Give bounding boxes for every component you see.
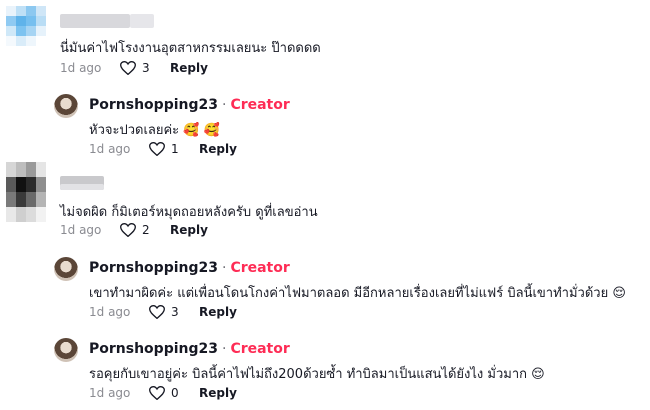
comment-time: 1d ago [60, 223, 102, 237]
reply-2-1: Pornshopping23 · Creator เขาทำมาผิดค่ะ แต่… [0, 253, 650, 333]
separator-dot: · [221, 341, 227, 357]
reply-button[interactable]: Reply [170, 223, 208, 237]
reply-button[interactable]: Reply [199, 305, 237, 319]
creator-avatar[interactable] [54, 338, 78, 362]
reply-meta: 1d ago 3 Reply [89, 304, 237, 320]
comment-text: ไม่จดผิด ก็มิเตอร์หมุดถอยหลังครับ ดูที่เ… [60, 205, 318, 220]
heart-outline-icon[interactable] [148, 385, 166, 401]
reply-text: เขาทำมาผิดค่ะ แต่เพื่อนโดนโกงค่าไฟมาตลอด… [89, 286, 626, 301]
reply-button[interactable]: Reply [199, 386, 237, 400]
creator-badge: Creator [230, 341, 290, 357]
like-count: 1 [171, 142, 179, 156]
commenter-username-blurred[interactable] [60, 14, 130, 28]
reply-meta: 1d ago 0 Reply [89, 385, 237, 401]
heart-outline-icon[interactable] [119, 60, 137, 76]
reply-button[interactable]: Reply [199, 142, 237, 156]
reply-1-1: Pornshopping23 · Creator หัวจะปวดเลยค่ะ 🥰 … [0, 90, 650, 160]
heart-outline-icon[interactable] [119, 222, 137, 238]
creator-username-line: Pornshopping23 · Creator [89, 97, 290, 113]
creator-username[interactable]: Pornshopping23 [89, 97, 218, 113]
comment-time: 1d ago [60, 61, 102, 75]
commenter-username-blurred-2 [130, 14, 154, 28]
creator-username[interactable]: Pornshopping23 [89, 260, 218, 276]
reply-button[interactable]: Reply [170, 61, 208, 75]
like-count: 0 [171, 386, 179, 400]
reply-time: 1d ago [89, 142, 131, 156]
commenter-avatar[interactable] [6, 6, 46, 46]
comment-meta: 1d ago 3 Reply [60, 60, 208, 76]
reply-time: 1d ago [89, 386, 131, 400]
like-count: 3 [171, 305, 179, 319]
reply-2-2: Pornshopping23 · Creator รอคุยกับเขาอยู่ค่… [0, 334, 650, 410]
reply-text: รอคุยกับเขาอยู่ค่ะ บิลนี้ค่าไฟไม่ถึง200ด… [89, 367, 545, 382]
creator-avatar[interactable] [54, 94, 78, 118]
separator-dot: · [221, 260, 227, 276]
creator-username-line: Pornshopping23 · Creator [89, 341, 290, 357]
commenter-username-blurred-2 [60, 184, 104, 190]
reply-text: หัวจะปวดเลยค่ะ 🥰 🥰 [89, 123, 220, 138]
commenter-avatar[interactable] [6, 162, 46, 222]
reply-time: 1d ago [89, 305, 131, 319]
creator-username-line: Pornshopping23 · Creator [89, 260, 290, 276]
creator-username[interactable]: Pornshopping23 [89, 341, 218, 357]
reply-meta: 1d ago 1 Reply [89, 141, 237, 157]
comment-thread-2: ไม่จดผิด ก็มิเตอร์หมุดถอยหลังครับ ดูที่เ… [0, 160, 650, 250]
comment-text: นี่มันค่าไฟโรงงานอุตสาหกรรมเลยนะ ป๊าดดดด [60, 41, 321, 56]
separator-dot: · [221, 97, 227, 113]
heart-outline-icon[interactable] [148, 304, 166, 320]
like-count: 3 [142, 61, 150, 75]
comment-meta: 1d ago 2 Reply [60, 222, 208, 238]
heart-outline-icon[interactable] [148, 141, 166, 157]
creator-badge: Creator [230, 260, 290, 276]
creator-badge: Creator [230, 97, 290, 113]
like-count: 2 [142, 223, 150, 237]
creator-avatar[interactable] [54, 257, 78, 281]
